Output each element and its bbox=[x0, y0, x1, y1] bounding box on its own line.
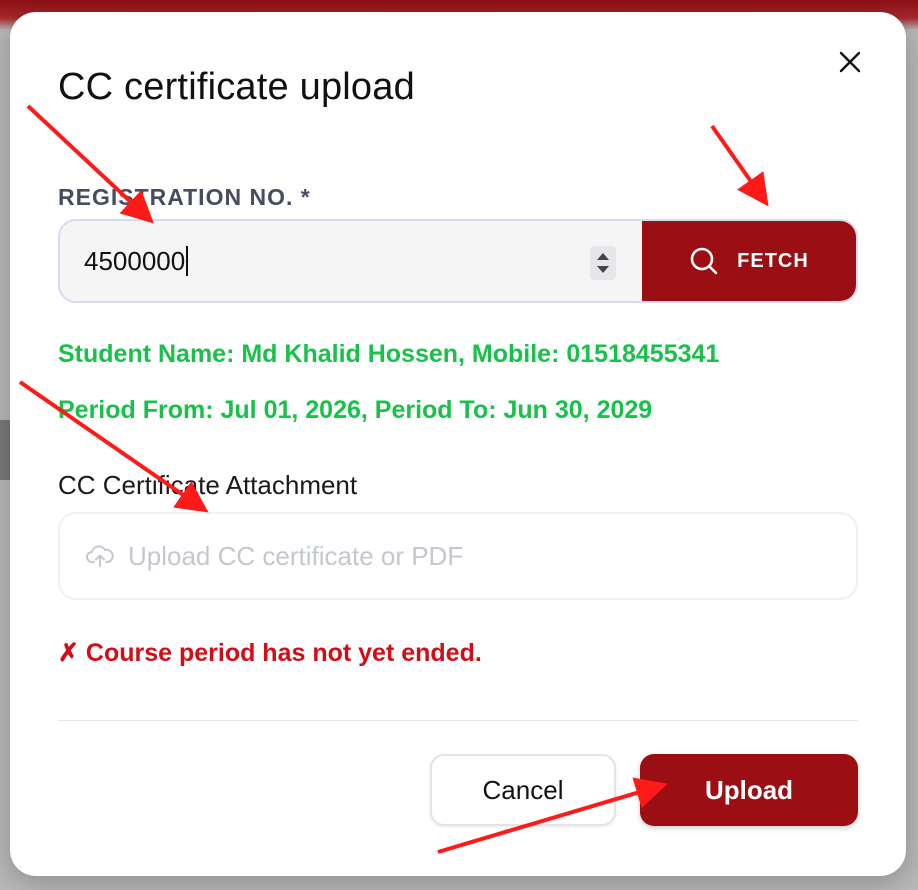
number-stepper[interactable] bbox=[590, 246, 616, 280]
stepper-up-icon[interactable] bbox=[596, 252, 610, 261]
upload-placeholder: Upload CC certificate or PDF bbox=[128, 540, 464, 571]
registration-input[interactable]: 4500000 bbox=[60, 221, 642, 301]
attachment-label: CC Certificate Attachment bbox=[58, 470, 358, 500]
error-message: ✗ Course period has not yet ended. bbox=[58, 639, 482, 667]
attachment-upload-field[interactable]: Upload CC certificate or PDF bbox=[58, 512, 858, 600]
close-button[interactable] bbox=[834, 46, 866, 78]
modal-title: CC certificate upload bbox=[58, 66, 415, 108]
registration-value: 4500000 bbox=[84, 245, 186, 276]
student-name-mobile: Student Name: Md Khalid Hossen, Mobile: … bbox=[58, 340, 720, 368]
registration-input-group: 4500000 FETCH bbox=[58, 219, 858, 303]
registration-label: REGISTRATION NO. * bbox=[58, 184, 311, 210]
fetch-button[interactable]: FETCH bbox=[642, 221, 856, 301]
text-caret bbox=[186, 246, 189, 276]
upload-button[interactable]: Upload bbox=[640, 754, 858, 826]
fetch-label: FETCH bbox=[737, 249, 809, 272]
cancel-button[interactable]: Cancel bbox=[430, 754, 616, 826]
footer-divider bbox=[58, 720, 858, 721]
search-icon bbox=[690, 247, 718, 275]
cloud-upload-icon bbox=[86, 545, 114, 567]
close-icon bbox=[839, 51, 861, 73]
course-period: Period From: Jul 01, 2026, Period To: Ju… bbox=[58, 396, 653, 424]
cc-upload-modal: CC certificate upload REGISTRATION NO. *… bbox=[10, 12, 906, 876]
stepper-down-icon[interactable] bbox=[596, 265, 610, 274]
